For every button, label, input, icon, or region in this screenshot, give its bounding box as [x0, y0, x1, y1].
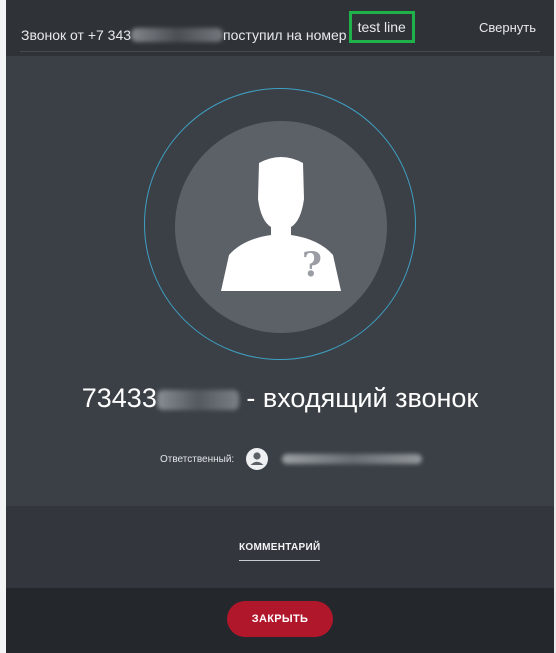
- comment-button[interactable]: КОММЕНТАРИЙ: [239, 542, 321, 561]
- redacted-caller-number: [156, 390, 239, 410]
- caller-number: 73433: [81, 383, 157, 413]
- close-button[interactable]: ЗАКРЫТЬ: [227, 601, 333, 637]
- user-icon: [250, 452, 264, 465]
- redacted-number: [131, 28, 224, 42]
- title-middle: поступил на номер: [223, 27, 347, 43]
- caller-line: 73433 - входящий звонок: [6, 383, 554, 414]
- line-name-highlight: test line: [348, 11, 415, 43]
- dialog-footer: ЗАКРЫТЬ: [6, 588, 554, 653]
- comment-section: КОММЕНТАРИЙ: [6, 506, 554, 588]
- question-mark: ?: [302, 245, 322, 285]
- responsible-label: Ответственный:: [160, 453, 235, 465]
- responsible-avatar: [246, 448, 269, 470]
- line-name: test line: [357, 19, 406, 35]
- incoming-call-dialog: Звонок от +7 343 поступил на номер test li…: [6, 0, 554, 653]
- header-divider: [20, 51, 540, 52]
- responsible-row: Ответственный:: [160, 448, 423, 470]
- dialog-header: Звонок от +7 343 поступил на номер test li…: [6, 0, 554, 56]
- redacted-responsible-name: [282, 454, 423, 464]
- caller-avatar: ?: [175, 121, 387, 333]
- title-prefix: Звонок от +7 343: [21, 27, 132, 43]
- call-status: - входящий звонок: [246, 383, 479, 413]
- collapse-button[interactable]: Свернуть: [479, 20, 536, 35]
- unknown-person-icon: ?: [221, 157, 341, 291]
- header-title: Звонок от +7 343 поступил на номер test li…: [21, 11, 415, 51]
